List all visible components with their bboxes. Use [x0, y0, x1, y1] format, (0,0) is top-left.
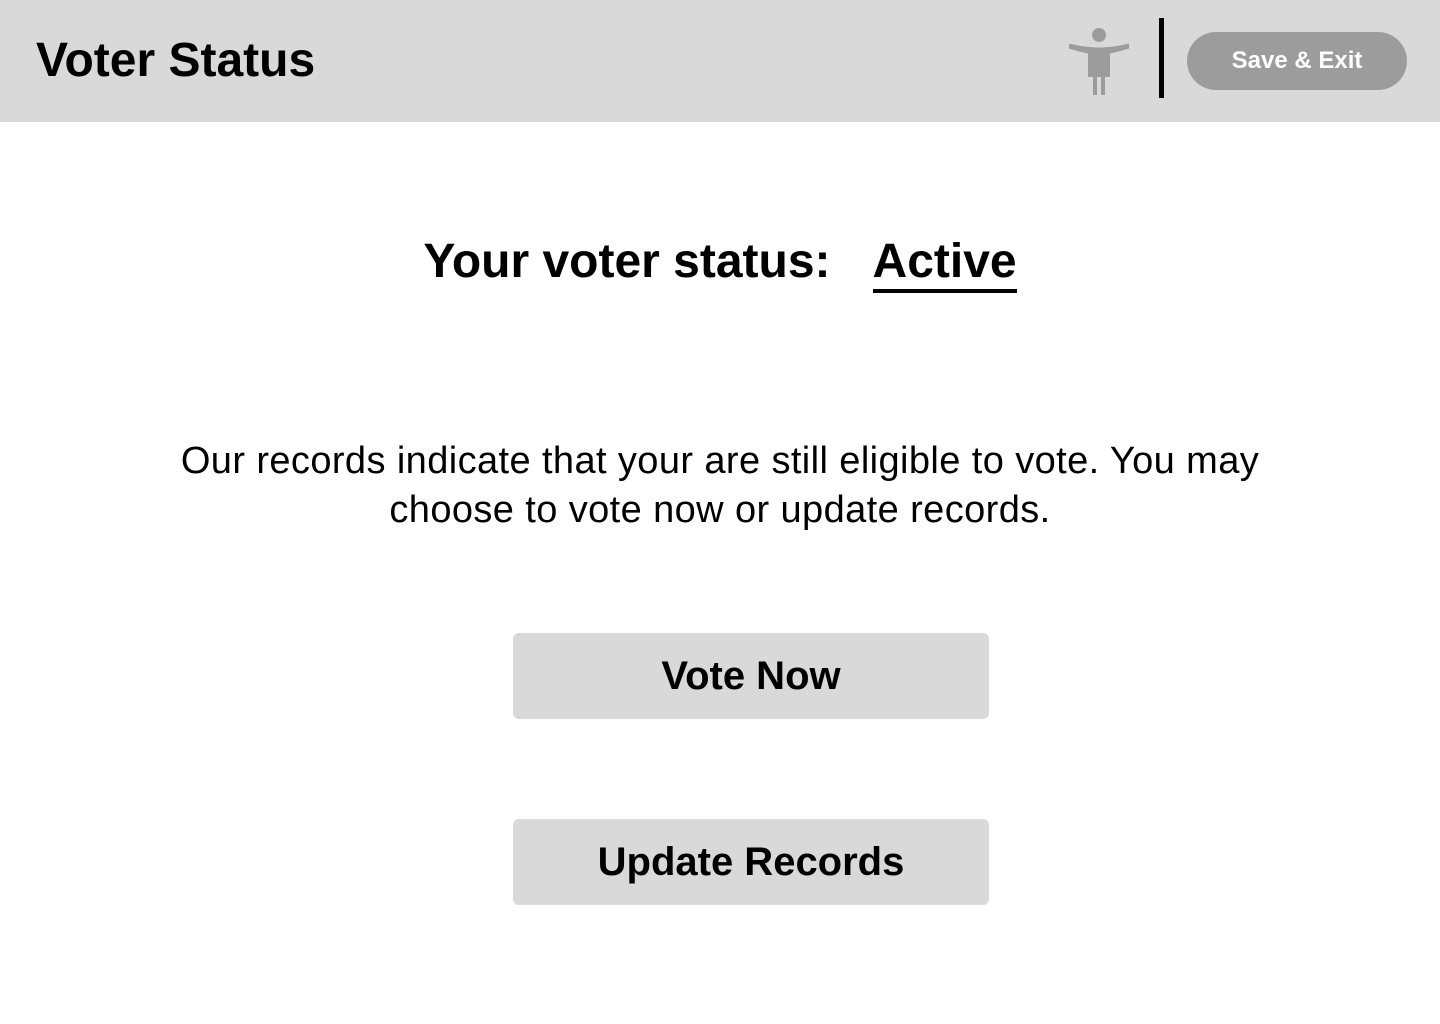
- voter-status-page: Voter Status Save & Exit Your voter stat…: [0, 0, 1440, 1024]
- accessibility-icon[interactable]: [1067, 26, 1131, 96]
- page-header: Voter Status Save & Exit: [0, 0, 1440, 122]
- eligibility-message: Our records indicate that your are still…: [180, 440, 1260, 531]
- save-and-exit-button[interactable]: Save & Exit: [1187, 32, 1407, 90]
- page-title: Voter Status: [36, 34, 316, 87]
- header-divider: [1159, 18, 1164, 98]
- update-records-button[interactable]: Update Records: [513, 819, 989, 905]
- voter-status-heading: Your voter status: Active: [0, 232, 1440, 293]
- voter-status-value: Active: [872, 235, 1017, 293]
- voter-status-label: Your voter status:: [423, 235, 831, 288]
- vote-now-button[interactable]: Vote Now: [513, 633, 989, 719]
